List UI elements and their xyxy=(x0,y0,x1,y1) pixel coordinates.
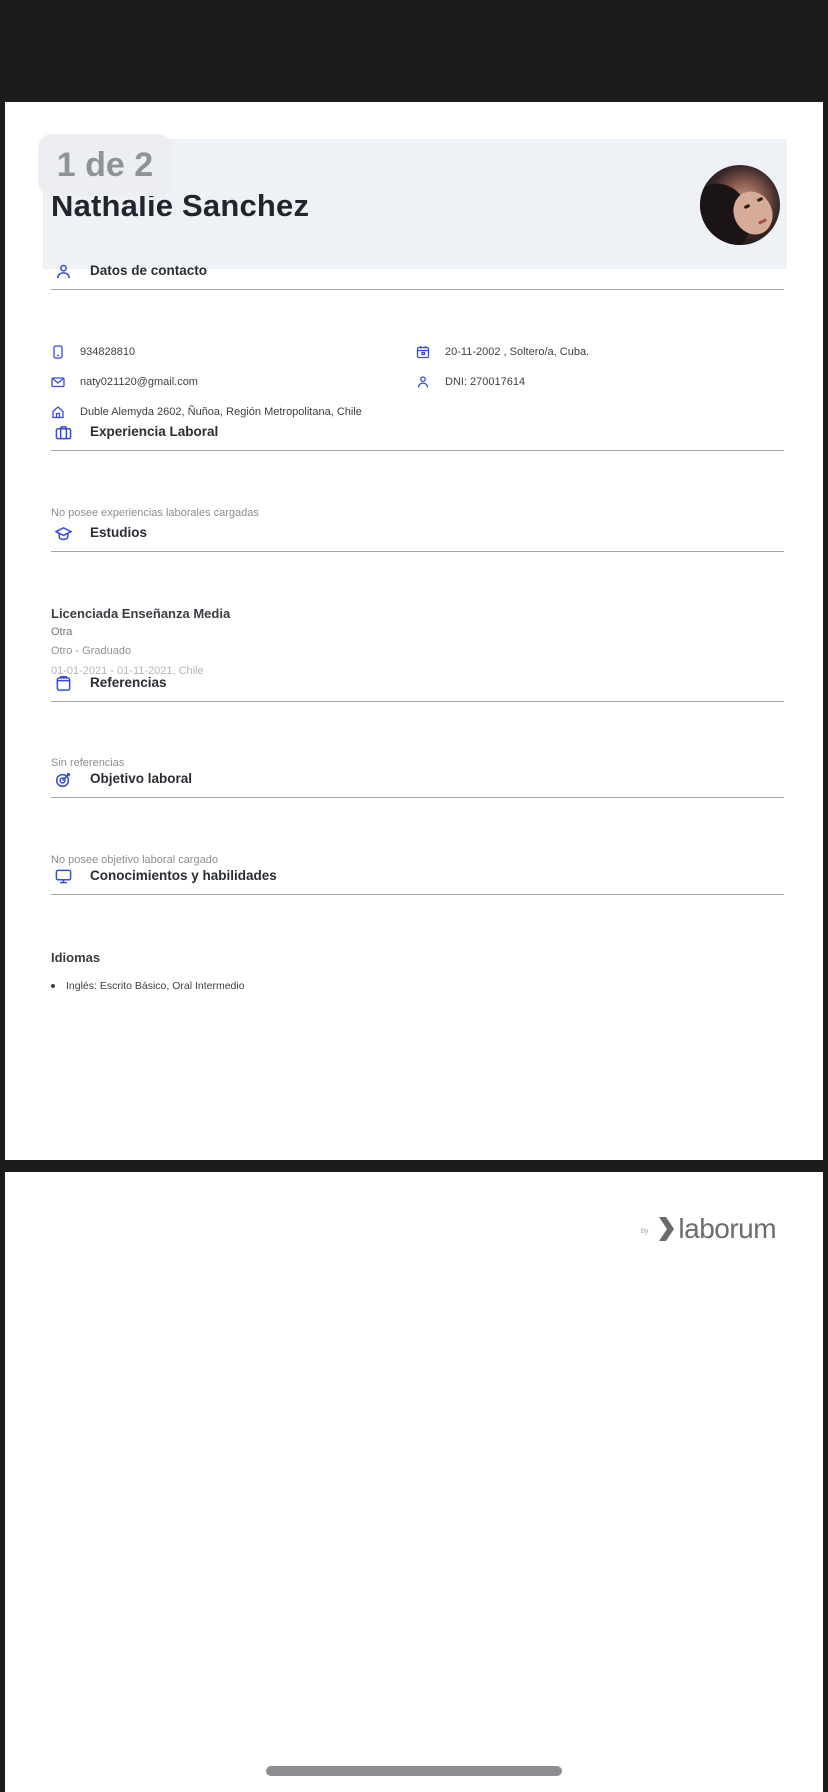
contact-email-row: naty021120@gmail.com xyxy=(51,373,198,391)
section-skills-title: Conocimientos y habilidades xyxy=(90,868,277,883)
study-institution: Otra xyxy=(51,626,73,638)
clipboard-icon xyxy=(55,675,72,692)
language-item-text: Inglés: Escrito Básico, Oral Intermedio xyxy=(66,980,245,992)
list-item: Inglés: Escrito Básico, Oral Intermedio xyxy=(51,980,245,992)
home-icon xyxy=(51,405,65,419)
section-studies-header: Estudios xyxy=(51,522,784,552)
contact-address: Duble Alemyda 2602, Ñuñoa, Región Metrop… xyxy=(80,406,362,418)
contact-dni-row: DNI: 270017614 xyxy=(416,373,525,391)
contact-address-row: Duble Alemyda 2602, Ñuñoa, Región Metrop… xyxy=(51,403,362,421)
contact-email: naty021120@gmail.com xyxy=(80,376,198,388)
section-experience-header: Experiencia Laboral xyxy=(51,421,784,451)
study-degree: Licenciada Enseñanza Media xyxy=(51,606,231,621)
bullet xyxy=(51,984,55,988)
contact-phone-row: 934828810 xyxy=(51,343,135,361)
briefcase-icon xyxy=(55,424,72,441)
laborum-chevron-icon xyxy=(659,1217,675,1241)
laborum-logo: by laborum xyxy=(641,1212,777,1246)
brand-logo-text: laborum xyxy=(678,1213,777,1244)
home-indicator[interactable] xyxy=(266,1766,562,1776)
contact-birth-info: 20-11-2002 , Soltero/a, Cuba. xyxy=(445,346,590,358)
section-objective-header: Objetivo laboral xyxy=(51,768,784,798)
resume-page-1: Nathalie Sanchez 1 de 2 Datos de contact… xyxy=(5,102,823,1160)
section-experience-title: Experiencia Laboral xyxy=(90,424,219,439)
contact-phone: 934828810 xyxy=(80,346,136,358)
person-icon xyxy=(55,263,72,280)
monitor-icon xyxy=(55,868,72,885)
graduation-cap-icon xyxy=(55,525,72,542)
section-references-header: Referencias xyxy=(51,672,784,702)
section-skills-header: Conocimientos y habilidades xyxy=(51,865,784,895)
contact-birth-row: 20-11-2002 , Soltero/a, Cuba. xyxy=(416,343,589,361)
brand-by-text: by xyxy=(641,1227,649,1235)
study-level: Otro - Graduado xyxy=(51,645,132,657)
page-counter-badge: 1 de 2 xyxy=(38,134,172,196)
section-references-title: Referencias xyxy=(90,675,167,690)
avatar xyxy=(700,165,780,245)
person-icon xyxy=(416,375,430,389)
mail-icon xyxy=(51,375,65,389)
resume-page-2: by laborum xyxy=(5,1172,823,1792)
section-contact-title: Datos de contacto xyxy=(90,263,208,278)
experience-empty-text: No posee experiencias laborales cargadas xyxy=(51,507,259,519)
phone-icon xyxy=(51,345,65,359)
section-contact-header: Datos de contacto xyxy=(51,260,784,290)
section-objective-title: Objetivo laboral xyxy=(90,771,193,786)
section-studies-title: Estudios xyxy=(90,525,148,540)
languages-heading: Idiomas xyxy=(51,950,101,965)
contact-dni: DNI: 270017614 xyxy=(445,376,526,388)
calendar-icon xyxy=(416,345,430,359)
target-icon xyxy=(55,771,72,788)
